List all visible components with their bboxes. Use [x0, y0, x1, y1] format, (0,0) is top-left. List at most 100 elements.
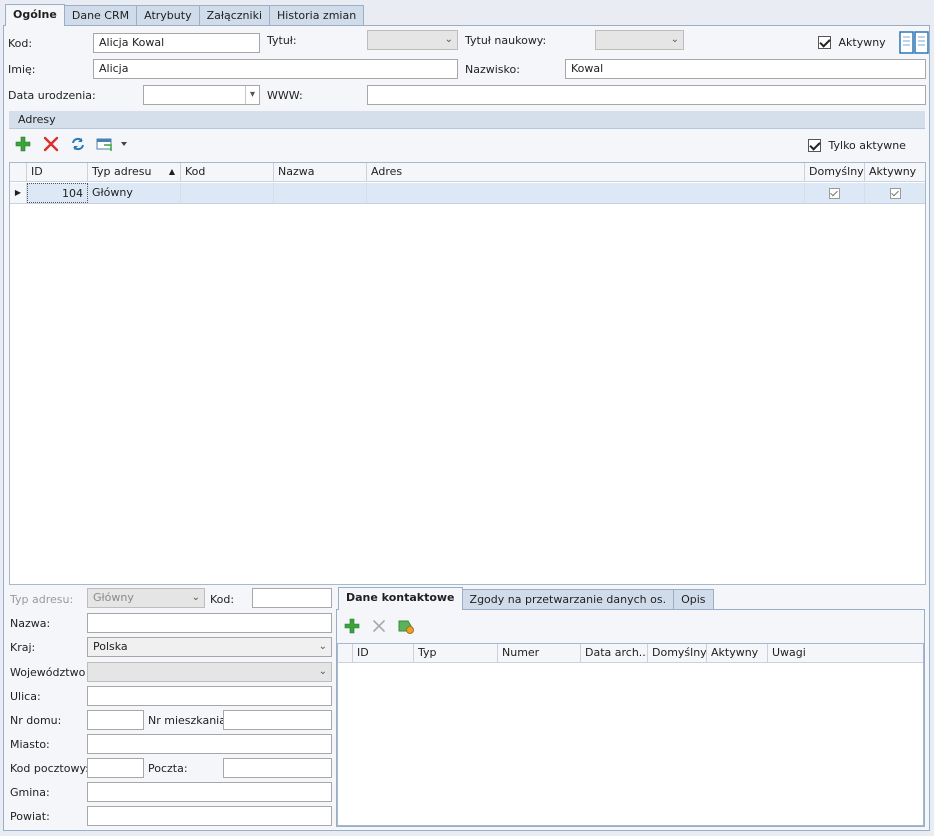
add-contact-icon[interactable] — [343, 618, 361, 636]
col-aktywny[interactable]: Aktywny — [865, 163, 925, 182]
tytul-naukowy-select[interactable]: ⌄ — [595, 30, 684, 50]
kod-adres-input[interactable] — [252, 588, 332, 608]
imie-label: Imię: — [8, 63, 36, 76]
tab-zgody[interactable]: Zgody na przetwarzanie danych os. — [461, 589, 675, 610]
tab-historia-zmian[interactable]: Historia zmian — [269, 5, 365, 26]
aktywny-checkbox[interactable] — [818, 35, 831, 49]
tylko-aktywne-checkbox[interactable] — [808, 138, 821, 152]
contacts-grid: ID Typ Numer Data arch... Domyślny Aktyw… — [337, 643, 924, 826]
kod-label: Kod: — [8, 37, 33, 50]
tytul-naukowy-label: Tytuł naukowy: — [465, 34, 547, 47]
gmina-label: Gmina: — [10, 786, 50, 799]
miasto-label: Miasto: — [10, 738, 50, 751]
sort-ascending-icon: ▲ — [168, 167, 175, 176]
nazwa-input[interactable] — [87, 613, 332, 633]
archive-contact-icon[interactable] — [397, 618, 415, 636]
kod-adres-label: Kod: — [210, 593, 235, 606]
typ-adresu-label: Typ adresu: — [10, 593, 74, 606]
kod-pocztowy-input[interactable] — [87, 758, 144, 778]
ulica-input[interactable] — [87, 686, 332, 706]
view-options-icon[interactable] — [95, 136, 129, 154]
contacts-grid-header: ID Typ Numer Data arch... Domyślny Aktyw… — [338, 644, 923, 663]
powiat-input[interactable] — [87, 806, 332, 826]
www-input[interactable] — [367, 85, 926, 105]
kraj-select[interactable]: Polska ⌄ — [87, 637, 332, 657]
kod-input[interactable]: Alicja Kowal — [93, 33, 260, 53]
dropdown-arrow-icon[interactable]: ▾ — [245, 86, 259, 104]
addresses-grid-header: ID Typ adresu ▲ Kod Nazwa Adres Domyślny… — [10, 163, 925, 182]
cell-nazwa[interactable] — [274, 183, 367, 203]
col-contact-typ[interactable]: Typ — [414, 644, 498, 663]
data-urodzenia-picker[interactable]: ▾ — [143, 85, 260, 105]
poczta-input[interactable] — [223, 758, 332, 778]
contact-tabbar: Dane kontaktowe Zgody na przetwarzanie d… — [338, 587, 714, 610]
cell-id[interactable]: 104 — [27, 183, 88, 203]
adresy-title: Adresy — [18, 113, 56, 126]
nr-domu-input[interactable] — [87, 710, 144, 730]
tylko-aktywne-checkbox-wrap[interactable]: Tylko aktywne — [808, 138, 906, 152]
nazwisko-input[interactable]: Kowal — [565, 59, 926, 79]
cell-kod[interactable] — [181, 183, 274, 203]
col-contact-id[interactable]: ID — [353, 644, 414, 663]
row-indicator-header — [10, 163, 27, 182]
tab-zalaczniki[interactable]: Załączniki — [198, 5, 271, 26]
nazwa-label: Nazwa: — [10, 617, 51, 630]
chevron-down-icon: ⌄ — [318, 641, 327, 652]
typ-adresu-select[interactable]: Główny ⌄ — [87, 588, 205, 608]
col-nazwa[interactable]: Nazwa — [274, 163, 367, 182]
cell-adres[interactable] — [367, 183, 805, 203]
row-indicator-header — [338, 644, 353, 663]
col-contact-aktywny[interactable]: Aktywny — [707, 644, 768, 663]
nr-mieszkania-input[interactable] — [223, 710, 332, 730]
aktywny-row-checkbox[interactable] — [890, 187, 901, 199]
delete-contact-icon[interactable] — [370, 618, 388, 636]
tab-dane-kontaktowe[interactable]: Dane kontaktowe — [338, 587, 463, 610]
adresy-section-header: Adresy — [9, 111, 925, 129]
domyslny-checkbox[interactable] — [829, 187, 840, 199]
kraj-label: Kraj: — [10, 641, 36, 654]
chevron-down-icon: ⌄ — [444, 34, 453, 45]
col-typ-adresu-label: Typ adresu — [92, 165, 152, 178]
col-contact-uwagi[interactable]: Uwagi — [768, 644, 923, 663]
ulica-label: Ulica: — [10, 690, 41, 703]
tab-atrybuty[interactable]: Atrybuty — [136, 5, 200, 26]
col-contact-numer[interactable]: Numer — [498, 644, 581, 663]
chevron-down-icon: ⌄ — [318, 666, 327, 677]
col-kod[interactable]: Kod — [181, 163, 274, 182]
data-urodzenia-label: Data urodzenia: — [8, 89, 96, 102]
col-typ-adresu[interactable]: Typ adresu ▲ — [88, 163, 181, 182]
tab-opis[interactable]: Opis — [673, 589, 714, 610]
book-icon[interactable] — [899, 30, 929, 56]
gmina-input[interactable] — [87, 782, 332, 802]
col-contact-domyslny[interactable]: Domyślny — [648, 644, 707, 663]
table-row[interactable]: ▶ 104 Główny — [10, 183, 925, 204]
nazwisko-label: Nazwisko: — [465, 63, 520, 76]
delete-icon[interactable] — [42, 136, 60, 154]
typ-adresu-value: Główny — [93, 591, 134, 604]
cell-aktywny[interactable] — [865, 183, 925, 203]
nr-mieszkania-label: Nr mieszkania: — [148, 714, 230, 727]
refresh-icon[interactable] — [69, 136, 87, 154]
tylko-aktywne-label: Tylko aktywne — [828, 138, 906, 152]
col-domyslny[interactable]: Domyślny — [805, 163, 865, 182]
tab-dane-crm[interactable]: Dane CRM — [63, 5, 138, 26]
col-id[interactable]: ID — [27, 163, 88, 182]
nr-domu-label: Nr domu: — [10, 714, 62, 727]
main-tabbar: Ogólne Dane CRM Atrybuty Załączniki Hist… — [5, 4, 365, 26]
tytul-select[interactable]: ⌄ — [367, 30, 458, 50]
aktywny-checkbox-wrap[interactable]: Aktywny — [818, 35, 886, 49]
imie-input[interactable]: Alicja — [93, 59, 458, 79]
wojewodztwo-select[interactable]: ⌄ — [87, 662, 332, 682]
powiat-label: Powiat: — [10, 810, 50, 823]
col-contact-data-arch[interactable]: Data arch... — [581, 644, 648, 663]
col-adres[interactable]: Adres — [367, 163, 805, 182]
cell-domyslny[interactable] — [805, 183, 865, 203]
tab-ogolne[interactable]: Ogólne — [5, 4, 65, 26]
miasto-input[interactable] — [87, 734, 332, 754]
cell-typ[interactable]: Główny — [88, 183, 181, 203]
tytul-label: Tytuł: — [267, 34, 297, 47]
wojewodztwo-label: Województwo — [10, 666, 86, 679]
add-icon[interactable] — [14, 136, 32, 154]
kod-pocztowy-label: Kod pocztowy: — [10, 762, 89, 775]
chevron-down-icon: ⌄ — [191, 592, 200, 603]
